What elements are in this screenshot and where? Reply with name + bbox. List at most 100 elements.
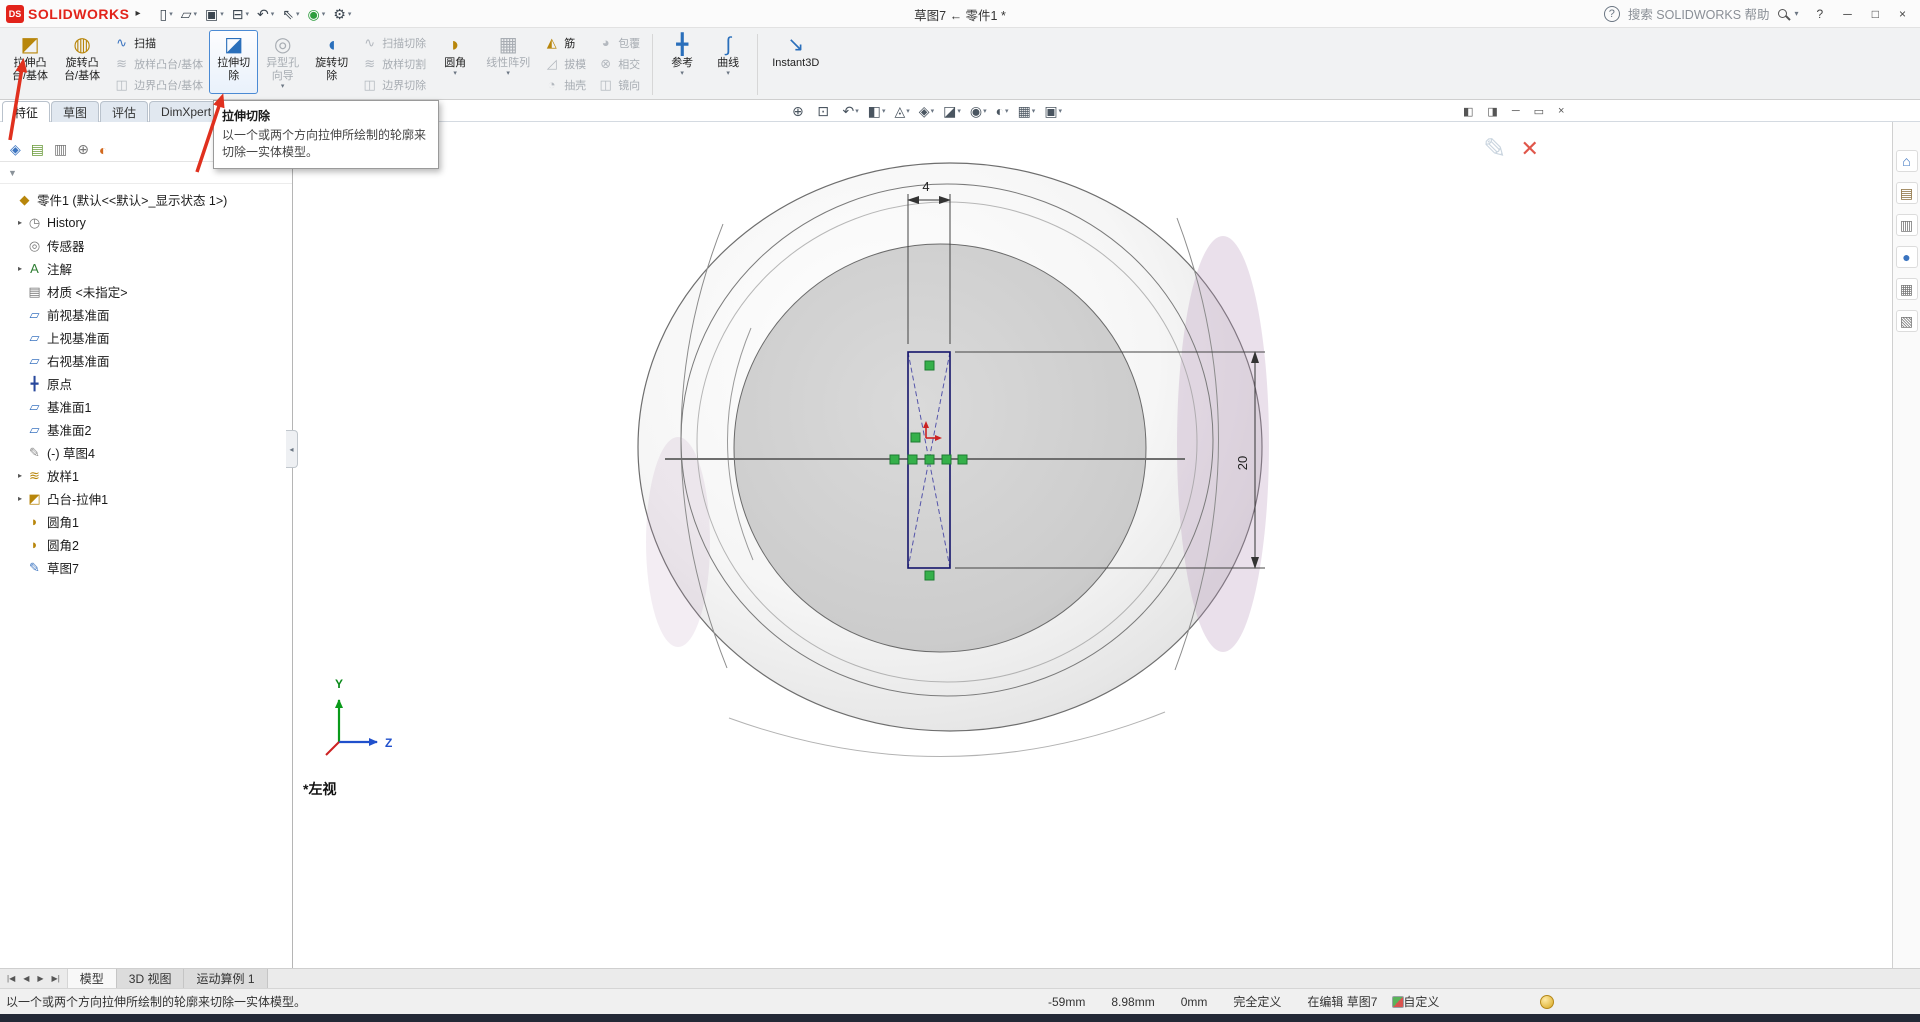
dropdown-caret-icon[interactable]: ▾ — [1005, 107, 1009, 115]
tree-item[interactable]: ▸ ╋ 原点 — [0, 372, 292, 395]
linear-pattern-button[interactable]: ▦线性阵列▾ — [478, 30, 538, 81]
options-icon[interactable]: ⚙ ▾ — [330, 4, 354, 24]
custom-properties-icon[interactable]: ▦ — [1896, 278, 1918, 300]
shell-button[interactable]: ◔抽壳 — [538, 74, 592, 95]
new-document-icon[interactable]: ▯ ▾ — [156, 4, 175, 24]
revolved-cut-button[interactable]: ◖旋转切除 — [307, 30, 356, 94]
view-orientation-icon[interactable]: ◈ ▾ — [915, 103, 938, 120]
zoom-fit-icon[interactable]: ⊕ ▾ — [788, 103, 812, 120]
panel-collapse-handle[interactable]: ◂ — [286, 430, 298, 468]
hole-wizard-button[interactable]: ◎异型孔向导▾ — [258, 30, 307, 94]
configuration-manager-tab-icon[interactable]: ▥ — [54, 141, 67, 158]
pane-right-icon[interactable]: ◨ — [1482, 105, 1502, 118]
dropdown-caret-icon[interactable]: ▾ — [906, 107, 910, 115]
cancel-sketch-icon[interactable]: ✕ — [1520, 136, 1538, 162]
appearances-icon[interactable]: ● — [1896, 246, 1918, 268]
expand-arrow-icon[interactable]: ▸ — [14, 494, 26, 503]
panes-icon[interactable]: ▧ — [1896, 310, 1918, 332]
wrap-button[interactable]: ◕包覆 — [592, 32, 646, 53]
instant3d-button[interactable]: ↘Instant3D — [764, 30, 827, 81]
tree-item[interactable]: ▸ ▱ 前视基准面 — [0, 303, 292, 326]
revolved-boss-button[interactable]: ◍旋转凸台/基体 — [56, 30, 108, 94]
tree-item[interactable]: ▸ ◎ 传感器 — [0, 234, 292, 257]
help-circle-icon[interactable]: ? — [1604, 6, 1620, 22]
tree-item[interactable]: ▸ ✎ 草图7 — [0, 556, 292, 579]
property-manager-tab-icon[interactable]: ▤ — [31, 141, 44, 158]
tree-item[interactable]: ▸ ◷ History — [0, 211, 292, 234]
tree-item[interactable]: ▸ ▤ 材质 <未指定> — [0, 280, 292, 303]
lofted-boss-button[interactable]: ≋放样凸台/基体 — [108, 53, 209, 74]
search-icon[interactable] — [1778, 9, 1787, 18]
prev-tab-icon[interactable]: ◀ — [20, 974, 32, 983]
expand-arrow-icon[interactable]: ▸ — [14, 218, 26, 227]
document-tab[interactable]: 3D 视图 — [117, 969, 185, 988]
confirm-sketch-icon[interactable]: ✎ — [1483, 132, 1506, 165]
swept-boss-button[interactable]: ∿扫描 — [108, 32, 209, 53]
minimize-icon[interactable]: ─ — [1833, 5, 1862, 23]
pane-left-icon[interactable]: ◧ — [1458, 105, 1478, 118]
search-caret-icon[interactable]: ▾ — [1795, 9, 1799, 18]
filter-icon[interactable]: ▼ — [8, 168, 17, 178]
view-settings-icon[interactable]: ▣ ▾ — [1040, 103, 1066, 120]
rebuild-icon[interactable]: ◉ ▾ — [305, 4, 329, 24]
zoom-area-icon[interactable]: ⊡ ▾ — [813, 103, 837, 120]
save-icon[interactable]: ▣ ▾ — [202, 4, 227, 24]
annotation-view-icon[interactable]: ◬ ▾ — [891, 103, 914, 120]
search-input[interactable]: 搜索 SOLIDWORKS 帮助 — [1628, 4, 1770, 23]
dropdown-caret-icon[interactable]: ▾ — [453, 70, 457, 78]
dimxpert-manager-tab-icon[interactable]: ⊕ — [77, 141, 89, 158]
curves-button[interactable]: ∫曲线▾ — [705, 30, 751, 81]
lofted-cut-button[interactable]: ≋放样切割 — [356, 53, 432, 74]
dropdown-caret-icon[interactable]: ▾ — [246, 10, 250, 18]
dropdown-caret-icon[interactable]: ▾ — [281, 83, 285, 91]
dimension-width-value[interactable]: 4 — [922, 179, 929, 194]
dropdown-caret-icon[interactable]: ▾ — [726, 70, 730, 78]
section-view-icon[interactable]: ◧ ▾ — [864, 103, 890, 120]
tree-item[interactable]: ▸ ✎ (-) 草图4 — [0, 441, 292, 464]
dropdown-caret-icon[interactable]: ▾ — [322, 10, 326, 18]
extruded-boss-button[interactable]: ◩拉伸凸台/基体 — [4, 30, 56, 94]
rib-button[interactable]: ◭筋 — [538, 32, 592, 53]
quick-tip-icon[interactable] — [1540, 995, 1554, 1009]
ribbon-tab[interactable]: 评估 — [100, 101, 148, 122]
graphics-viewport[interactable]: 4 20 — [293, 122, 1892, 968]
dropdown-caret-icon[interactable]: ▾ — [957, 107, 961, 115]
dropdown-caret-icon[interactable]: ▾ — [983, 107, 987, 115]
tree-item[interactable]: ▸ ▱ 右视基准面 — [0, 349, 292, 372]
doc-restore-icon[interactable]: ▭ — [1529, 105, 1549, 118]
apply-scene-icon[interactable]: ▦ ▾ — [1014, 103, 1040, 120]
tree-item[interactable]: ▸ ◗ 圆角1 — [0, 510, 292, 533]
display-manager-tab-icon[interactable]: ◐ — [99, 142, 107, 158]
extruded-cut-button[interactable]: ◪拉伸切除 — [209, 30, 258, 94]
tree-item[interactable]: ▸ ◗ 圆角2 — [0, 533, 292, 556]
expand-arrow-icon[interactable]: ▸ — [14, 264, 26, 273]
document-tab[interactable]: 模型 — [68, 969, 117, 988]
boundary-boss-button[interactable]: ◫边界凸台/基体 — [108, 74, 209, 95]
hide-show-items-icon[interactable]: ◉ ▾ — [966, 103, 991, 120]
dimension-height-value[interactable]: 20 — [1235, 456, 1250, 470]
tree-item[interactable]: ▸ ◆ 零件1 (默认<<默认>_显示状态 1>) — [0, 188, 292, 211]
dropdown-caret-icon[interactable]: ▾ — [680, 70, 684, 78]
tree-item[interactable]: ▸ ▱ 上视基准面 — [0, 326, 292, 349]
tree-item[interactable]: ▸ A 注解 — [0, 257, 292, 280]
home-icon[interactable]: ⌂ — [1896, 150, 1918, 172]
dropdown-caret-icon[interactable]: ▾ — [169, 10, 173, 18]
maximize-icon[interactable]: □ — [1862, 5, 1889, 23]
dropdown-caret-icon[interactable]: ▾ — [506, 70, 510, 78]
edit-appearance-icon[interactable]: ◐ ▾ — [992, 103, 1013, 119]
tree-item[interactable]: ▸ ▱ 基准面1 — [0, 395, 292, 418]
dropdown-caret-icon[interactable]: ▾ — [931, 107, 935, 115]
menu-expand-icon[interactable]: ▸ — [135, 8, 140, 19]
doc-close-icon[interactable]: × — [1553, 105, 1569, 117]
previous-view-icon[interactable]: ↶ ▾ — [839, 103, 863, 120]
tree-item[interactable]: ▸ ▱ 基准面2 — [0, 418, 292, 441]
help-icon[interactable]: ? — [1807, 5, 1834, 23]
dropdown-caret-icon[interactable]: ▾ — [1059, 107, 1063, 115]
undo-icon[interactable]: ↶ ▾ — [254, 4, 277, 24]
dropdown-caret-icon[interactable]: ▾ — [348, 10, 352, 18]
close-icon[interactable]: × — [1889, 5, 1916, 23]
doc-minimize-icon[interactable]: ─ — [1507, 105, 1525, 117]
expand-arrow-icon[interactable]: ▸ — [14, 471, 26, 480]
tree-item[interactable]: ▸ ◩ 凸台-拉伸1 — [0, 487, 292, 510]
first-tab-icon[interactable]: |◀ — [4, 974, 18, 983]
